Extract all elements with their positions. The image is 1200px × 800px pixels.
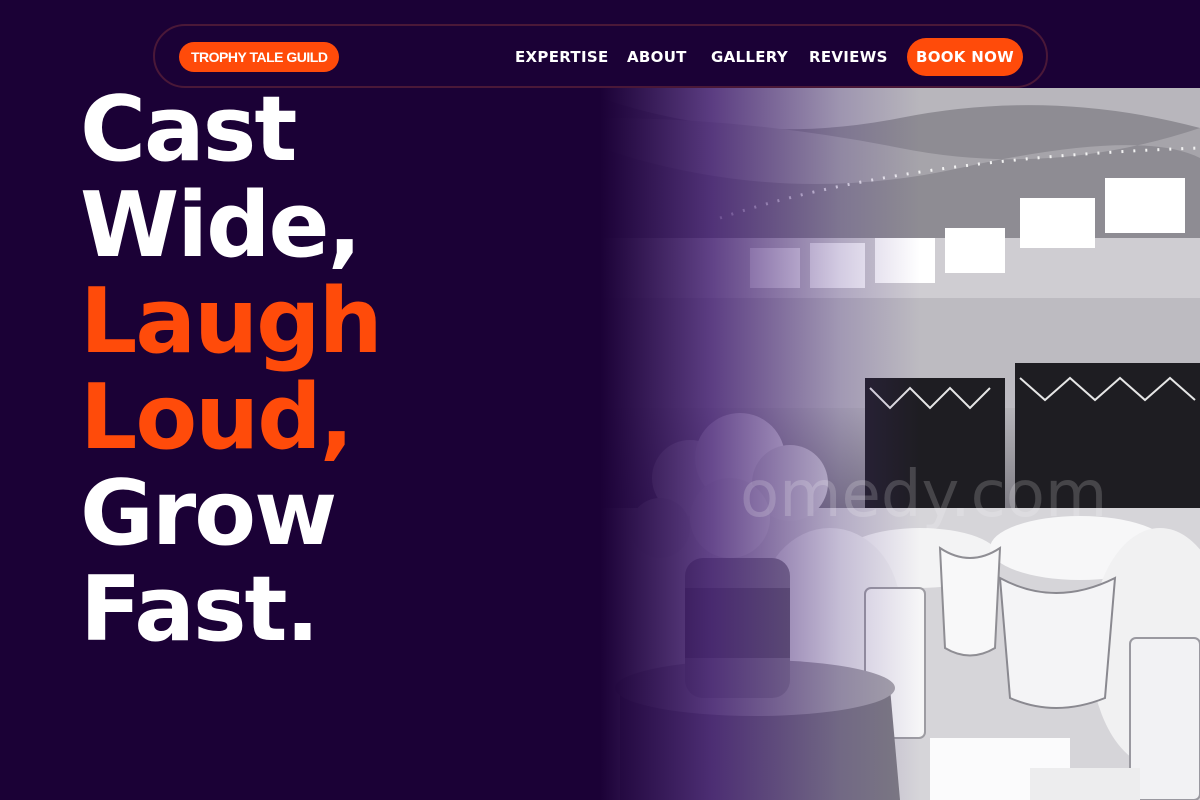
nav-link-gallery[interactable]: GALLERY (711, 46, 788, 68)
nav-link-expertise[interactable]: EXPERTISE (515, 46, 609, 68)
hero-image (600, 88, 1200, 800)
headline-line-4: Loud, (80, 365, 354, 470)
book-now-button[interactable]: BOOK NOW (907, 38, 1023, 76)
nav-link-reviews[interactable]: REVIEWS (809, 46, 888, 68)
headline-line-1: Cast (80, 77, 297, 182)
watermark-text: omedy.com (740, 458, 1108, 532)
hero-headline: Cast Wide, Laugh Loud, Grow Fast. (80, 77, 383, 662)
headline-line-5: Grow (80, 461, 337, 566)
brand-logo[interactable]: TROPHY TALE GUILD (179, 42, 340, 72)
headline-line-6: Fast. (80, 557, 320, 662)
headline-line-2: Wide, (80, 173, 362, 278)
headline-line-3: Laugh (80, 269, 383, 374)
nav-link-about[interactable]: ABOUT (627, 46, 687, 68)
